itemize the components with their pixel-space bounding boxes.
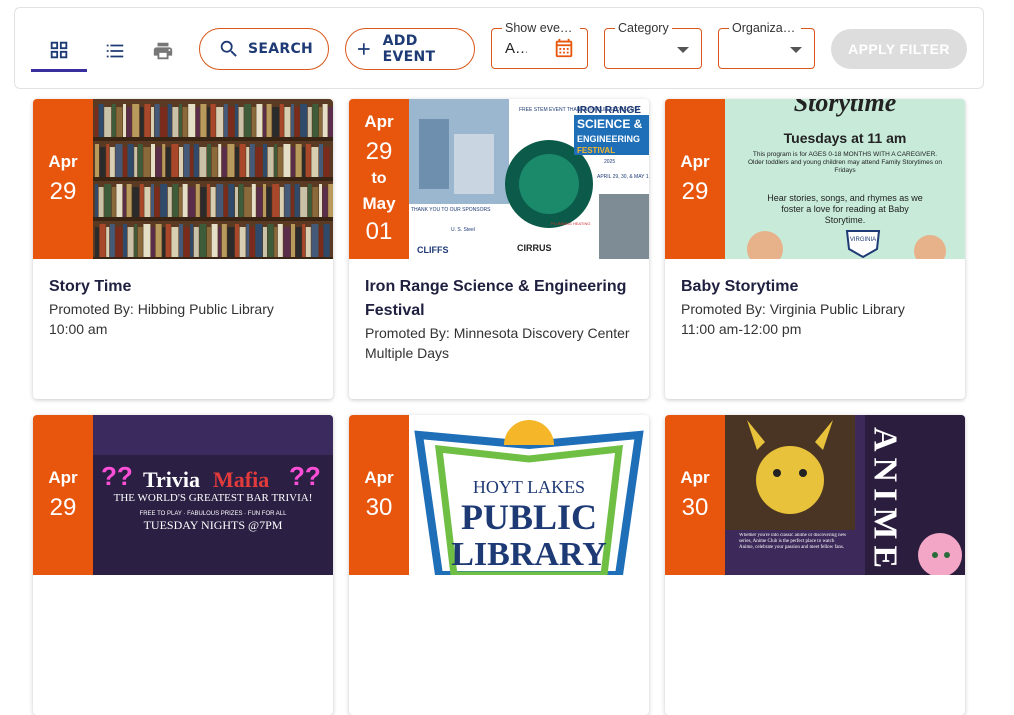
- flyer-text: U. S. Steel: [451, 227, 475, 233]
- event-date-badge: Apr 30: [349, 415, 409, 575]
- event-day: 30: [365, 494, 393, 521]
- flyer-text: PUBLIC: [461, 497, 597, 537]
- search-label: SEARCH: [248, 41, 314, 57]
- filter-toolbar: SEARCH ADD EVENT Show events from April …: [14, 7, 984, 89]
- event-time: 11:00 am-12:00 pm: [681, 321, 802, 337]
- flyer-text: Storytime: [794, 99, 897, 117]
- event-day: 29: [49, 494, 77, 521]
- trivia-mafia-flyer: ?? ?? Trivia Mafia THE WORLD'S GREATEST …: [93, 415, 333, 575]
- flyer-text: Mafia: [213, 467, 269, 492]
- add-event-button[interactable]: ADD EVENT: [345, 28, 475, 70]
- event-day: 29: [681, 178, 709, 205]
- flyer-text: THANK YOU TO OUR SPONSORS: [411, 207, 491, 213]
- svg-text:??: ??: [101, 461, 133, 491]
- flyer-text: FESTIVAL: [577, 146, 615, 155]
- event-title: Story Time: [49, 278, 132, 295]
- flyer-text: TUESDAY NIGHTS @7PM: [144, 518, 283, 532]
- event-month: Apr: [364, 112, 394, 131]
- flyer-text: IRON RANGE: [577, 105, 641, 116]
- event-month: Apr: [48, 152, 78, 171]
- flyer-text: Whether you're into classic anime or dis…: [739, 533, 847, 550]
- science-festival-flyer: FREE STEM EVENT THANKS TO OUR SPONSORS! …: [409, 99, 649, 259]
- event-end-day: 01: [365, 218, 393, 245]
- flyer-text: CLIFFS: [417, 245, 449, 255]
- grid-view-icon: [50, 41, 68, 58]
- event-promoter: Promoted By: Hibbing Public Library: [49, 301, 274, 317]
- organization-label: Organization: [729, 21, 801, 35]
- flyer-text: ENGINEERING: [577, 134, 640, 144]
- event-range-to: to: [371, 170, 387, 187]
- flyer-text: Trivia: [143, 467, 200, 492]
- flyer-text: PLUMBING HEATING: [551, 221, 591, 226]
- svg-text:??: ??: [289, 461, 321, 491]
- add-event-label: ADD EVENT: [382, 33, 436, 65]
- caret-down-icon: [790, 47, 802, 53]
- event-date-badge: Apr 30: [665, 415, 725, 575]
- event-day: 29: [49, 178, 77, 205]
- baby-storytime-flyer: Storytime Tuesdays at 11 am This program…: [725, 99, 965, 259]
- flyer-text: SCIENCE &: [577, 117, 643, 131]
- flyer-text: LIBRARY: [451, 536, 607, 573]
- flyer-text: Tuesdays at 11 am: [784, 130, 907, 146]
- caret-down-icon: [677, 47, 689, 53]
- anime-club-flyer: Whether you're into classic anime or dis…: [725, 415, 965, 575]
- event-date-badge: Apr 29: [33, 99, 93, 259]
- event-month: Apr: [364, 468, 394, 487]
- event-end-month: May: [362, 194, 396, 213]
- event-month: Apr: [680, 468, 710, 487]
- apply-filter-label: APPLY FILTER: [848, 41, 950, 57]
- event-time: Multiple Days: [365, 345, 450, 361]
- category-label: Category: [615, 21, 672, 35]
- organization-select[interactable]: Organization: [718, 21, 815, 69]
- event-card[interactable]: Apr 29 Story Time Promoted By: Hibbing P…: [33, 99, 333, 399]
- date-filter-field[interactable]: Show events from April 29: [491, 21, 588, 69]
- event-day: 29: [365, 138, 393, 165]
- grid-view-button[interactable]: [31, 30, 87, 72]
- event-promoter: Promoted By: Minnesota Discovery Center: [365, 325, 630, 341]
- event-month: Apr: [48, 468, 78, 487]
- flyer-text: ANIME CL: [867, 427, 904, 575]
- event-date-badge: Apr 29: [665, 99, 725, 259]
- event-promoter: Promoted By: Virginia Public Library: [681, 301, 905, 317]
- list-view-icon: [106, 44, 124, 58]
- print-button[interactable]: [135, 30, 191, 72]
- flyer-text: This program is for AGES 0-18 MONTHS WIT…: [747, 151, 942, 174]
- event-card[interactable]: Apr 30 Whether you're into classic anime…: [665, 415, 965, 715]
- flyer-text: THE WORLD'S GREATEST BAR TRIVIA!: [114, 492, 313, 504]
- flyer-text: CIRRUS: [517, 243, 552, 253]
- plus-icon: [358, 43, 370, 55]
- event-card[interactable]: Apr 29 Storytime Tuesdays at 11 am This …: [665, 99, 965, 399]
- flyer-text: HOYT LAKES: [473, 477, 585, 497]
- flyer-text: FREE TO PLAY · FABULOUS PRIZES · FUN FOR…: [140, 511, 288, 517]
- event-month: Apr: [680, 152, 710, 171]
- search-icon: [220, 40, 237, 57]
- date-filter-label: Show events from: [502, 21, 580, 35]
- event-title: Baby Storytime: [681, 278, 799, 295]
- event-time: 10:00 am: [49, 321, 108, 337]
- apply-filter-button[interactable]: APPLY FILTER: [831, 29, 967, 69]
- search-button[interactable]: SEARCH: [199, 28, 329, 70]
- calendar-icon[interactable]: [553, 37, 575, 59]
- event-title: Iron Range Science & Engineering Festiva…: [365, 278, 627, 319]
- flyer-text: Hear stories, songs, and rhymes as we fo…: [767, 193, 923, 225]
- event-card[interactable]: Apr 29 to May 01 FREE STEM EVENT THANKS …: [349, 99, 649, 399]
- print-icon: [153, 42, 173, 60]
- flyer-text: APRIL 29, 30, & MAY 1: [597, 174, 649, 180]
- bookshelf-image: [93, 99, 333, 259]
- event-date-badge: Apr 29: [33, 415, 93, 575]
- event-card[interactable]: Apr 29 ?? ?? Trivia Mafia THE WORLD'S GR…: [33, 415, 333, 715]
- category-select[interactable]: Category: [604, 21, 702, 69]
- hoyt-lakes-library-logo: HOYT LAKES PUBLIC LIBRARY: [409, 415, 649, 575]
- date-filter-value: April 29: [505, 40, 527, 57]
- event-card[interactable]: Apr 30 HOYT LAKES PUBLIC LIBRARY: [349, 415, 649, 715]
- flyer-text: 2025: [604, 159, 615, 165]
- event-date-badge: Apr 29 to May 01: [349, 99, 409, 259]
- event-day: 30: [681, 494, 709, 521]
- flyer-text: VIRGINIA: [850, 237, 876, 243]
